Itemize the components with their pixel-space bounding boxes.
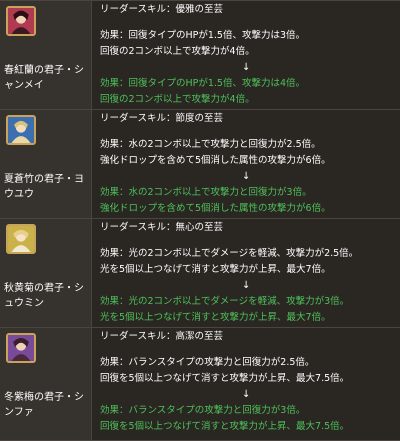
monster-cell: 夏蒼竹の君子・ヨウユウ	[0, 110, 92, 218]
skill-title: リーダースキル：節度の至芸	[100, 113, 224, 124]
skill-after-line: 光を5個以上つなげて消すと攻撃力が上昇、最大7倍。	[100, 312, 331, 323]
skill-cell: リーダースキル：無心の至芸 効果：光の2コンボ以上でダメージを軽減、攻撃力が2.…	[92, 219, 400, 327]
down-arrow-icon: ↓	[242, 280, 251, 291]
skill-before-line: 効果：バランスタイプの攻撃力と回復力が2.5倍。	[100, 357, 315, 368]
skill-after-line: 回復の2コンボ以上で攻撃力が4倍。	[100, 94, 255, 105]
monster-cell: 秋黄菊の君子・シュウミン	[0, 219, 92, 327]
skill-after-line: 効果：回復タイプのHPが1.5倍、攻撃力は4倍。	[100, 78, 306, 89]
down-arrow-icon: ↓	[242, 389, 251, 400]
skill-after-line: 効果：バランスタイプの攻撃力と回復力が3倍。	[100, 405, 306, 416]
monster-name: 夏蒼竹の君子・ヨウユウ	[4, 174, 84, 200]
skill-after-line: 回復を5個以上つなげて消すと攻撃力が上昇、最大7.5倍。	[100, 421, 350, 432]
monster-cell: 冬紫梅の君子・シンファ	[0, 328, 92, 440]
skill-title: リーダースキル：優雅の至芸	[100, 4, 224, 15]
skill-after-line: 効果：光の2コンボ以上でダメージを軽減、攻撃力が3倍。	[100, 296, 350, 307]
youyuu-portrait-icon[interactable]	[6, 115, 36, 145]
table-row: 春紅蘭の君子・シャンメイ リーダースキル：優雅の至芸 効果：回復タイプのHPが1…	[0, 1, 400, 110]
skill-before-line: 効果：水の2コンボ以上で攻撃力と回復力が2.5倍。	[100, 139, 321, 150]
monster-name: 春紅蘭の君子・シャンメイ	[4, 65, 84, 91]
skill-before-line: 回復を5個以上つなげて消すと攻撃力が上昇、最大7.5倍。	[100, 373, 350, 384]
skill-after-line: 強化ドロップを含めて5個消した属性の攻撃力が6倍。	[100, 203, 331, 214]
monster-cell: 春紅蘭の君子・シャンメイ	[0, 1, 92, 109]
shuumin-portrait-icon[interactable]	[6, 224, 36, 254]
skill-before-line: 回復の2コンボ以上で攻撃力が4倍。	[100, 46, 255, 57]
skill-title: リーダースキル：無心の至芸	[100, 222, 224, 233]
table-row: 秋黄菊の君子・シュウミン リーダースキル：無心の至芸 効果：光の2コンボ以上でダ…	[0, 219, 400, 328]
table-row: 冬紫梅の君子・シンファ リーダースキル：高潔の至芸 効果：バランスタイプの攻撃力…	[0, 328, 400, 441]
shanmei-portrait-icon[interactable]	[6, 6, 36, 36]
down-arrow-icon: ↓	[242, 171, 251, 182]
skill-title: リーダースキル：高潔の至芸	[100, 331, 224, 342]
down-arrow-icon: ↓	[242, 62, 251, 73]
skill-after-line: 効果：水の2コンボ以上で攻撃力と回復力が3倍。	[100, 187, 312, 198]
skill-cell: リーダースキル：節度の至芸 効果：水の2コンボ以上で攻撃力と回復力が2.5倍。 …	[92, 110, 400, 218]
leader-skill-table: 春紅蘭の君子・シャンメイ リーダースキル：優雅の至芸 効果：回復タイプのHPが1…	[0, 0, 400, 441]
skill-before-line: 効果：回復タイプのHPが1.5倍、攻撃力は3倍。	[100, 30, 306, 41]
skill-cell: リーダースキル：優雅の至芸 効果：回復タイプのHPが1.5倍、攻撃力は3倍。 回…	[92, 1, 400, 109]
skill-before-line: 強化ドロップを含めて5個消した属性の攻撃力が6倍。	[100, 155, 331, 166]
skill-before-line: 効果：光の2コンボ以上でダメージを軽減、攻撃力が2.5倍。	[100, 248, 359, 259]
skill-cell: リーダースキル：高潔の至芸 効果：バランスタイプの攻撃力と回復力が2.5倍。 回…	[92, 328, 400, 440]
skill-before-line: 光を5個以上つなげて消すと攻撃力が上昇、最大7倍。	[100, 264, 331, 275]
table-row: 夏蒼竹の君子・ヨウユウ リーダースキル：節度の至芸 効果：水の2コンボ以上で攻撃…	[0, 110, 400, 219]
monster-name: 冬紫梅の君子・シンファ	[4, 392, 84, 418]
shinfa-portrait-icon[interactable]	[6, 333, 36, 363]
monster-name: 秋黄菊の君子・シュウミン	[4, 283, 84, 309]
